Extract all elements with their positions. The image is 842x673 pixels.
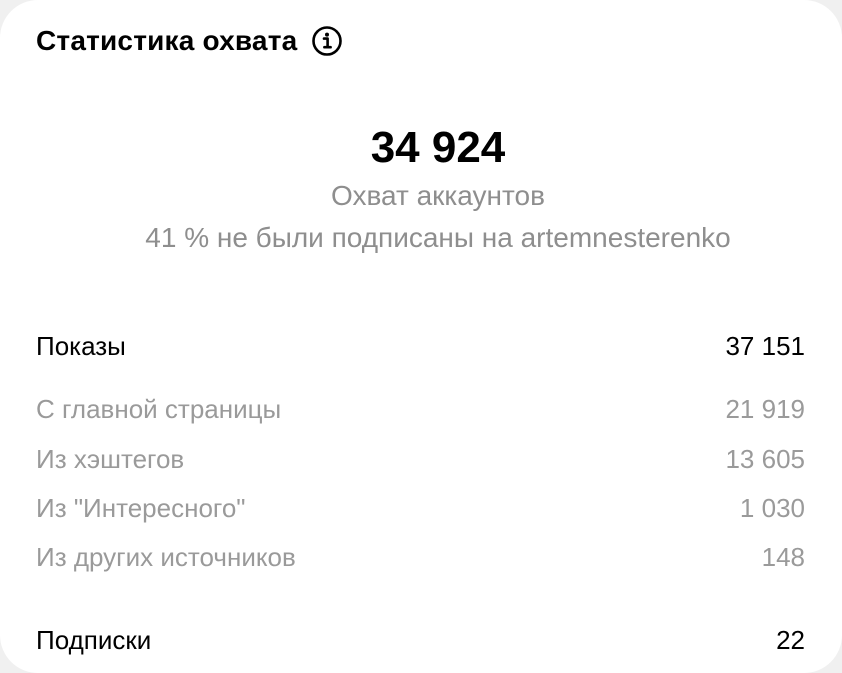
follows-row: Подписки 22 <box>36 620 805 660</box>
impressions-value: 37 151 <box>725 330 805 361</box>
follows-label: Подписки <box>36 624 152 655</box>
impressions-label: Показы <box>36 330 126 361</box>
source-row-home: С главной страницы 21 919 <box>36 389 805 429</box>
reach-stats-card: Статистика охвата 34 924 Охват аккаунтов… <box>0 0 842 673</box>
non-followers-note: 41 % не были подписаны на artemnesterenk… <box>145 222 731 253</box>
source-label: С главной страницы <box>36 393 282 424</box>
card-title: Статистика охвата <box>36 25 298 56</box>
follows-value: 22 <box>776 624 805 655</box>
source-row-hashtags: Из хэштегов 13 605 <box>36 439 805 479</box>
source-value: 148 <box>761 541 805 572</box>
source-value: 21 919 <box>725 393 805 424</box>
source-value: 1 030 <box>739 492 805 523</box>
impressions-row: Показы 37 151 <box>36 326 805 366</box>
accounts-reached-label: Охват аккаунтов <box>331 180 545 211</box>
source-row-other: Из других источников 148 <box>36 537 805 577</box>
source-row-explore: Из "Интересного" 1 030 <box>36 488 805 528</box>
source-label: Из хэштегов <box>36 443 185 474</box>
source-label: Из других источников <box>36 541 296 572</box>
accounts-reached-value: 34 924 <box>370 123 506 172</box>
source-label: Из "Интересного" <box>36 492 246 523</box>
source-value: 13 605 <box>725 443 805 474</box>
info-circle-icon[interactable] <box>311 25 343 57</box>
card-header: Статистика охвата <box>36 20 343 62</box>
reach-summary: 34 924 Охват аккаунтов 41 % не были подп… <box>0 120 842 260</box>
